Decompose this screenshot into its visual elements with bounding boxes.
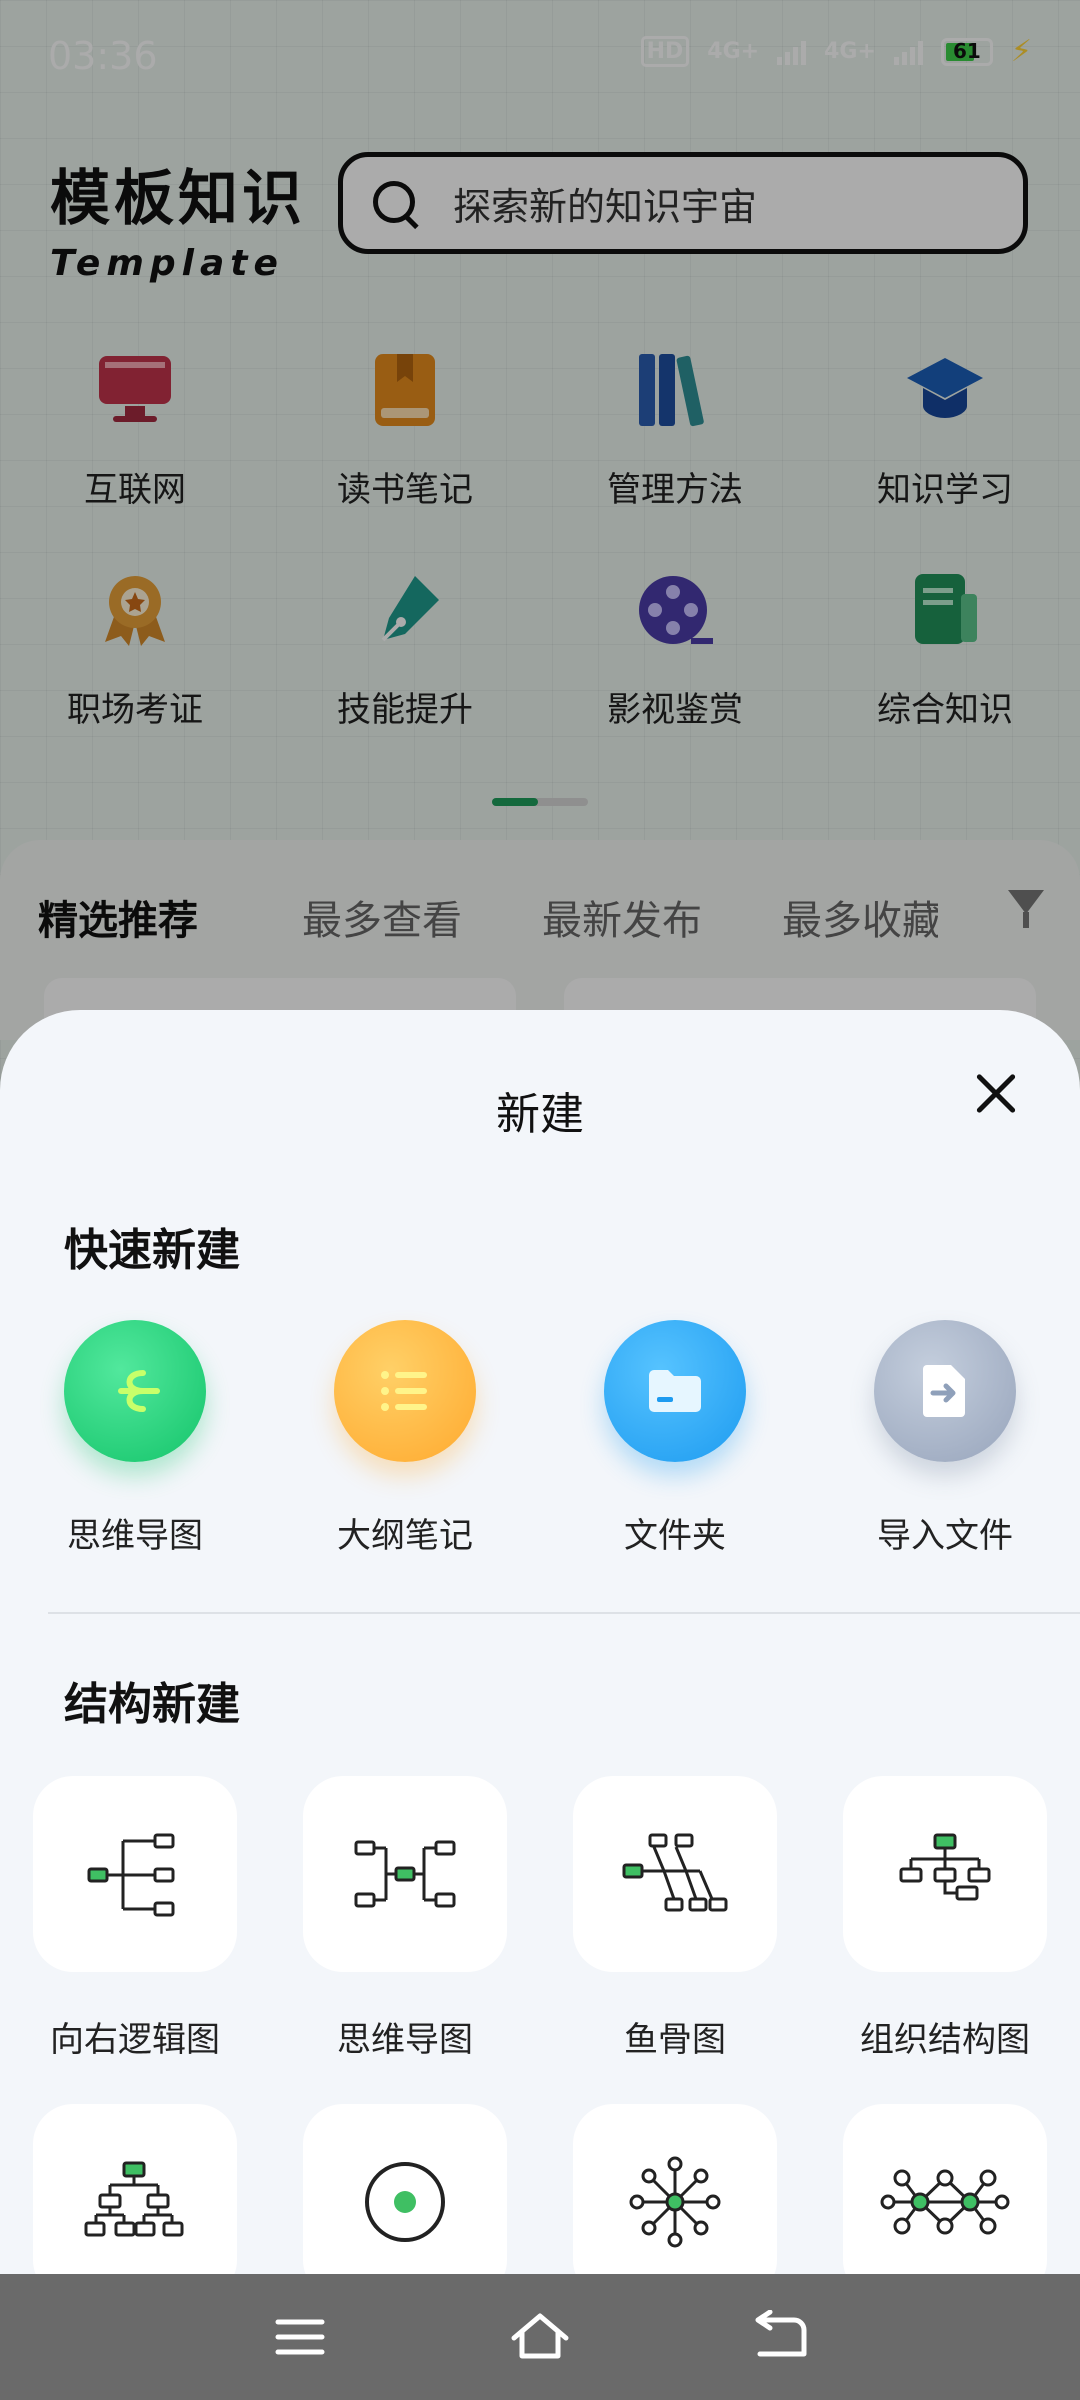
quick-label: 导入文件 — [877, 1516, 1013, 1556]
sheet-title: 新建 — [496, 1089, 584, 1140]
new-sheet: 新建 快速新建 思维导图 大纲笔记 文件夹 导入文件 结构新建 向右逻辑图 思维… — [0, 1010, 1080, 2300]
import-file-icon — [874, 1320, 1016, 1462]
section-divider — [48, 1612, 1080, 1614]
back-icon[interactable] — [750, 2310, 810, 2364]
structure-new-title: 结构新建 — [64, 1679, 240, 1730]
menu-icon[interactable] — [270, 2310, 330, 2364]
struct-right-logic-button[interactable]: 向右逻辑图 — [0, 1776, 270, 2061]
quick-outline-button[interactable]: 大纲笔记 — [270, 1320, 540, 1557]
struct-org-chart-button[interactable]: 组织结构图 — [810, 1776, 1080, 2061]
quick-import-button[interactable]: 导入文件 — [810, 1320, 1080, 1557]
org-chart-icon — [843, 1776, 1047, 1972]
network-icon — [843, 2104, 1047, 2300]
system-nav-bar — [0, 2274, 1080, 2400]
struct-label: 思维导图 — [337, 2020, 473, 2060]
quick-mindmap-button[interactable]: 思维导图 — [0, 1320, 270, 1557]
quick-label: 文件夹 — [624, 1516, 726, 1556]
tree-chart-icon — [33, 2104, 237, 2300]
bubble-icon — [303, 2104, 507, 2300]
struct-fishbone-button[interactable]: 鱼骨图 — [540, 1776, 810, 2061]
struct-label: 向右逻辑图 — [50, 2020, 220, 2060]
struct-mindmap-button[interactable]: 思维导图 — [270, 1776, 540, 2061]
radial-icon — [573, 2104, 777, 2300]
mindmap-structure-icon — [303, 1776, 507, 1972]
quick-new-title: 快速新建 — [64, 1225, 240, 1276]
struct-label: 组织结构图 — [860, 2020, 1030, 2060]
quick-label: 思维导图 — [67, 1516, 203, 1556]
struct-label: 鱼骨图 — [624, 2020, 726, 2060]
home-icon[interactable] — [510, 2310, 570, 2364]
folder-icon — [604, 1320, 746, 1462]
outline-list-icon — [334, 1320, 476, 1462]
right-logic-icon — [33, 1776, 237, 1972]
quick-folder-button[interactable]: 文件夹 — [540, 1320, 810, 1557]
fishbone-icon — [573, 1776, 777, 1972]
quick-label: 大纲笔记 — [337, 1516, 473, 1556]
close-icon[interactable] — [974, 1072, 1018, 1116]
mindmap-icon — [64, 1320, 206, 1462]
